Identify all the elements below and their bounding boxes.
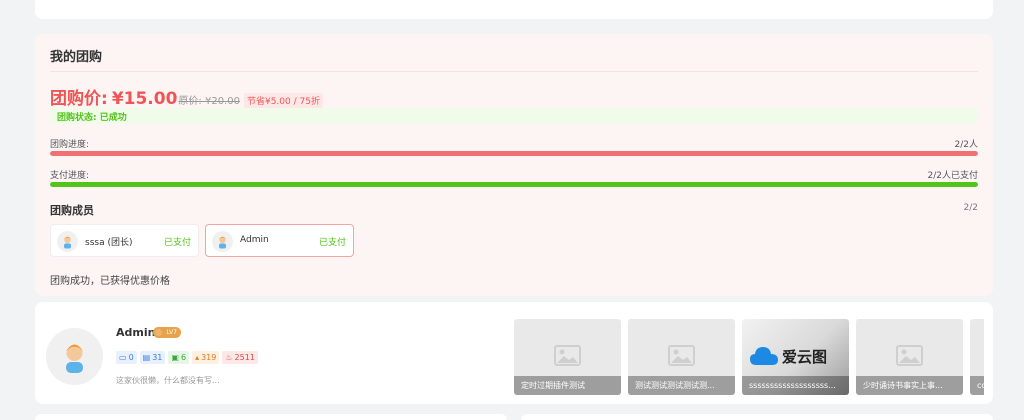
- members-title: 团购成员: [50, 204, 94, 217]
- post-caption: 少时诵诗书事实上事...: [856, 376, 963, 395]
- previous-card: [35, 0, 993, 19]
- group-price: ¥15.00: [111, 89, 178, 109]
- member-status: 已支付: [163, 238, 191, 248]
- logo-text: 爱云图: [782, 348, 828, 366]
- member-card[interactable]: Admin 已支付: [205, 224, 354, 257]
- level-badge: LV7: [153, 327, 181, 338]
- stat-value: 31: [152, 353, 163, 362]
- recent-posts: 定时过期插件测试 测试测试测试测试测... 爱云图 ssssssssssssss…: [514, 319, 984, 395]
- group-price-label: 团购价:: [50, 89, 108, 109]
- comment-icon: ▭: [119, 353, 127, 362]
- post-thumbnail[interactable]: 少时诵诗书事实上事...: [856, 319, 963, 395]
- original-price: 原价: ¥20.00: [178, 96, 240, 107]
- price-row: 团购价: ¥15.00 原价: ¥20.00 节省¥5.00 / 75折: [50, 84, 323, 109]
- group-progress-bar: [50, 151, 978, 156]
- group-progress-fill: [50, 151, 978, 156]
- chat-icon: ▣: [171, 353, 179, 362]
- profile-name[interactable]: Admin: [116, 326, 155, 339]
- profile-stats: ▭ 0 ▤ 31 ▣ 6 ▴ 319 ♨ 2511: [116, 351, 258, 364]
- profile-bio: 这家伙很懒，什么都没有写...: [116, 376, 220, 385]
- group-progress-label: 团购进度:: [50, 140, 90, 150]
- comments-stat[interactable]: ▭ 0: [116, 351, 137, 364]
- posts-stat[interactable]: ▤ 31: [139, 351, 166, 364]
- post-thumbnail[interactable]: 测试测试测试测试测...: [628, 319, 735, 395]
- likes-stat[interactable]: ▴ 319: [192, 351, 220, 364]
- group-buy-card: 我的团购 团购价: ¥15.00 原价: ¥20.00 节省¥5.00 / 75…: [35, 34, 993, 296]
- post-caption: 定时过期插件测试: [514, 376, 621, 395]
- avatar: [57, 231, 78, 252]
- success-message: 团购成功，已获得优惠价格: [50, 276, 170, 287]
- post-thumbnail[interactable]: 定时过期插件测试: [514, 319, 621, 395]
- member-name: Admin: [240, 235, 269, 245]
- post-caption: 测试测试测试测试测...: [628, 376, 735, 395]
- stat-value: 6: [180, 353, 187, 362]
- thumbs-up-icon: ▴: [195, 353, 200, 362]
- stat-value: 0: [128, 353, 134, 362]
- post-caption: cc: [970, 376, 984, 395]
- members-count: 2/2: [963, 203, 978, 213]
- divider: [50, 71, 978, 72]
- image-placeholder-icon: [554, 345, 581, 366]
- stat-value: 319: [201, 353, 217, 362]
- avatar: [212, 231, 233, 252]
- post-thumbnail[interactable]: cc: [970, 319, 984, 395]
- post-caption: sssssssssssssssssss...: [742, 376, 849, 395]
- member-status: 已支付: [318, 238, 346, 248]
- document-icon: ▤: [142, 353, 151, 362]
- image-placeholder-icon: [668, 345, 695, 366]
- level-label: LV7: [166, 329, 177, 336]
- payment-progress-label: 支付进度:: [50, 171, 90, 181]
- image-placeholder-icon: [896, 345, 923, 366]
- payment-progress-fill: [50, 182, 978, 187]
- heat-stat[interactable]: ♨ 2511: [222, 351, 258, 364]
- profile-card: Admin LV7 ▭ 0 ▤ 31 ▣ 6 ▴ 319 ♨ 2511 这家伙很懒，什么都…: [35, 302, 993, 404]
- group-progress-value: 2/2人: [954, 140, 979, 150]
- post-thumbnail[interactable]: 爱云图 sssssssssssssssssss...: [742, 319, 849, 395]
- next-card: [35, 414, 507, 420]
- fire-icon: ♨: [225, 353, 233, 362]
- level-icon: [155, 329, 162, 336]
- stat-value: 2511: [234, 353, 255, 362]
- saving-badge: 节省¥5.00 / 75折: [243, 93, 323, 108]
- cloud-logo-icon: [750, 347, 778, 365]
- group-buy-title: 我的团购: [50, 50, 103, 65]
- member-card[interactable]: sssa (团长) 已支付: [50, 224, 199, 257]
- group-status: 团购状态: 已成功: [50, 108, 978, 124]
- payment-progress-bar: [50, 182, 978, 187]
- member-name: sssa (团长): [85, 238, 133, 248]
- avatar[interactable]: [46, 328, 103, 385]
- messages-stat[interactable]: ▣ 6: [168, 351, 190, 364]
- next-card: [521, 414, 993, 420]
- payment-progress-value: 2/2人已支付: [927, 171, 979, 181]
